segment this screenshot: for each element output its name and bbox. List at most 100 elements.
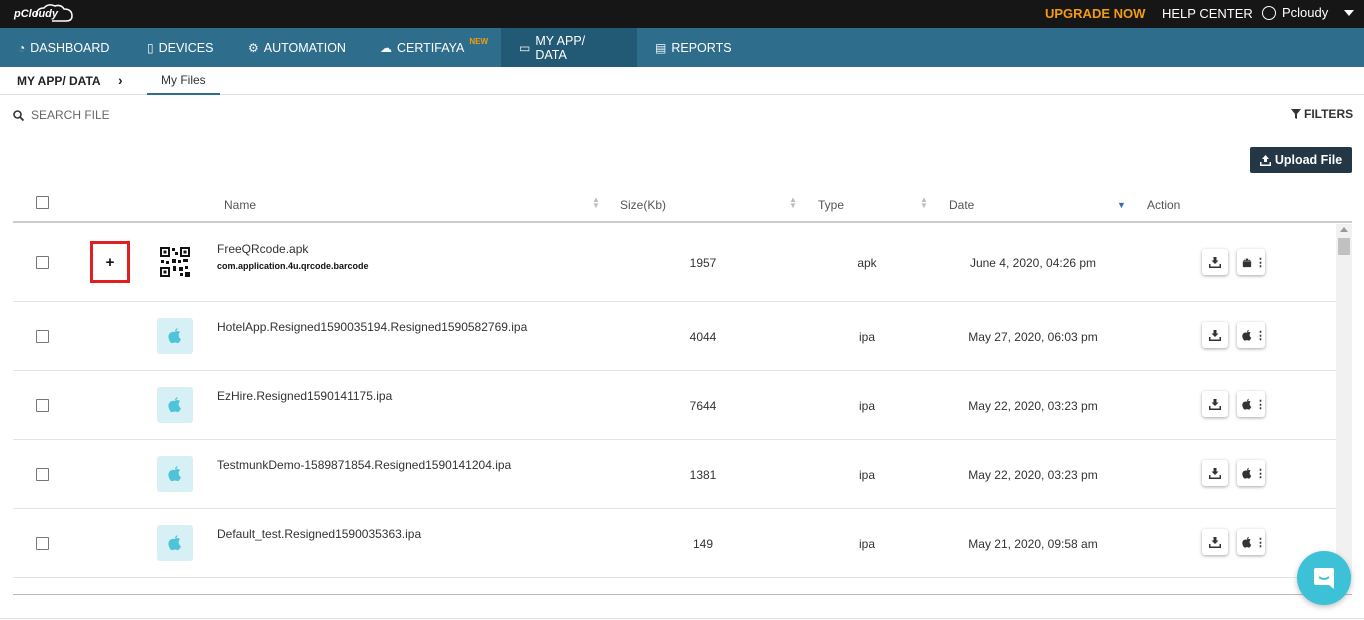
ios-menu-button[interactable]: ⋮ [1237,460,1266,486]
nav-certifaya-label: CERTIFAYA [397,40,465,55]
sort-icon[interactable]: ▲ ▼ [920,196,928,210]
table-row: EzHire.Resigned1590141175.ipa 7644 ipa M… [13,371,1336,440]
file-type: apk [857,256,877,270]
nav-certifaya[interactable]: ☁ CERTIFAYA NEW [362,28,506,67]
select-all-checkbox[interactable] [36,196,49,209]
download-icon [1209,330,1221,341]
package-name: com.application.4u.qrcode.barcode [217,261,369,271]
nav-my-app-data[interactable]: ▭ MY APP/ DATA [501,28,637,67]
more-vertical-icon: ⋮ [1255,398,1266,411]
download-icon [1209,537,1221,548]
nav-dashboard-label: DASHBOARD [30,40,110,55]
chevron-right-icon: › [118,72,123,88]
filters-button[interactable]: FILTERS [1291,107,1353,121]
file-name: TestmunkDemo-1589871854.Resigned15901412… [217,458,512,472]
scrollbar-thumb[interactable] [1338,238,1350,255]
new-badge: NEW [469,37,489,46]
nav-automation[interactable]: ⚙ AUTOMATION [230,28,364,67]
nav-devices[interactable]: ▯ DEVICES [129,28,232,67]
pcloudy-logo[interactable]: pCloudy [14,3,78,25]
upload-file-button[interactable]: Upload File [1250,147,1352,173]
upload-file-label: Upload File [1274,153,1343,167]
row-checkbox[interactable] [36,537,49,550]
divider [13,594,1352,595]
nav-automation-label: AUTOMATION [263,40,346,55]
row-checkbox[interactable] [36,256,49,269]
ios-app-icon [157,318,193,354]
file-date: May 21, 2020, 09:58 am [968,537,1098,551]
breadcrumb-section[interactable]: MY APP/ DATA [17,74,101,88]
nav-devices-label: DEVICES [158,40,214,55]
more-vertical-icon: ⋮ [1255,329,1266,342]
row-checkbox[interactable] [36,468,49,481]
table-row: Default_test.Resigned1590035363.ipa 149 … [13,509,1336,578]
apple-icon [168,466,181,482]
help-center-link[interactable]: HELP CENTER [1162,6,1253,21]
apple-icon [168,535,181,551]
header-type[interactable]: Type [818,198,844,212]
ios-app-icon [157,387,193,423]
download-button[interactable] [1202,249,1228,275]
user-icon [1262,5,1276,20]
scrollbar[interactable] [1336,224,1352,578]
sort-icon[interactable]: ▲ ▼ [789,196,797,210]
download-button[interactable] [1202,529,1228,555]
upgrade-now-link[interactable]: UPGRADE NOW [1045,6,1145,21]
expand-row-button[interactable]: + [90,241,130,283]
file-size: 1381 [689,468,717,482]
mobile-device-icon: ▯ [147,40,154,55]
file-name: Default_test.Resigned1590035363.ipa [217,527,422,541]
chat-icon [1314,568,1334,589]
ios-menu-button[interactable]: ⋮ [1237,391,1266,417]
android-menu-button[interactable]: ⋮ [1237,249,1266,275]
more-vertical-icon: ⋮ [1255,536,1266,549]
file-table-body: + FreeQRcode.apk com.application.4u.qrco… [13,224,1336,578]
user-menu[interactable]: Pcloudy [1262,5,1355,20]
header-size[interactable]: Size(Kb) [620,198,666,212]
file-name: EzHire.Resigned1590141175.ipa [217,389,393,403]
nav-reports-label: REPORTS [671,40,732,55]
apple-icon [1242,467,1252,479]
ios-app-icon [157,525,193,561]
document-icon: ▤ [655,40,667,55]
table-row: + FreeQRcode.apk com.application.4u.qrco… [13,224,1336,302]
download-button[interactable] [1202,460,1228,486]
download-button[interactable] [1202,322,1228,348]
chat-widget-button[interactable] [1297,551,1351,605]
row-checkbox[interactable] [36,330,49,343]
file-name: FreeQRcode.apk [217,242,309,256]
divider [0,618,1364,619]
upload-icon [1259,154,1271,166]
ios-app-icon [157,456,193,492]
table-header: Name ▲ ▼ Size(Kb) ▲ ▼ Type ▲ ▼ Date ▼ Actio… [13,188,1352,223]
breadcrumb: MY APP/ DATA › My Files [0,67,1364,95]
apple-icon [168,397,181,413]
download-icon [1209,257,1221,268]
file-type: ipa [858,468,875,482]
scroll-up-arrow-icon[interactable] [1340,227,1348,232]
nav-dashboard[interactable]: ◔ DASHBOARD [0,28,127,67]
file-date: June 4, 2020, 04:26 pm [969,256,1097,270]
search-icon [13,109,24,121]
sort-desc-icon[interactable]: ▼ [1117,200,1126,210]
apple-icon [1242,398,1252,410]
sort-icon[interactable]: ▲ ▼ [592,196,600,210]
apple-icon [1242,536,1252,548]
dashboard-icon: ◔ [18,40,26,55]
header-name[interactable]: Name [224,198,256,212]
tab-my-files[interactable]: My Files [147,67,220,95]
ios-menu-button[interactable]: ⋮ [1237,322,1266,348]
download-button[interactable] [1202,391,1228,417]
row-checkbox[interactable] [36,399,49,412]
user-name: Pcloudy [1282,5,1329,20]
header-action: Action [1147,198,1181,212]
android-icon [1242,258,1252,267]
table-row: HotelApp.Resigned1590035194.Resigned1590… [13,302,1336,371]
filters-label: FILTERS [1304,107,1354,121]
search-input[interactable]: SEARCH FILE [31,108,110,122]
header-date[interactable]: Date [949,198,974,212]
ios-menu-button[interactable]: ⋮ [1237,529,1266,555]
nav-reports[interactable]: ▤ REPORTS [637,28,750,67]
file-type: ipa [858,399,875,413]
search-box[interactable]: SEARCH FILE [13,108,110,122]
